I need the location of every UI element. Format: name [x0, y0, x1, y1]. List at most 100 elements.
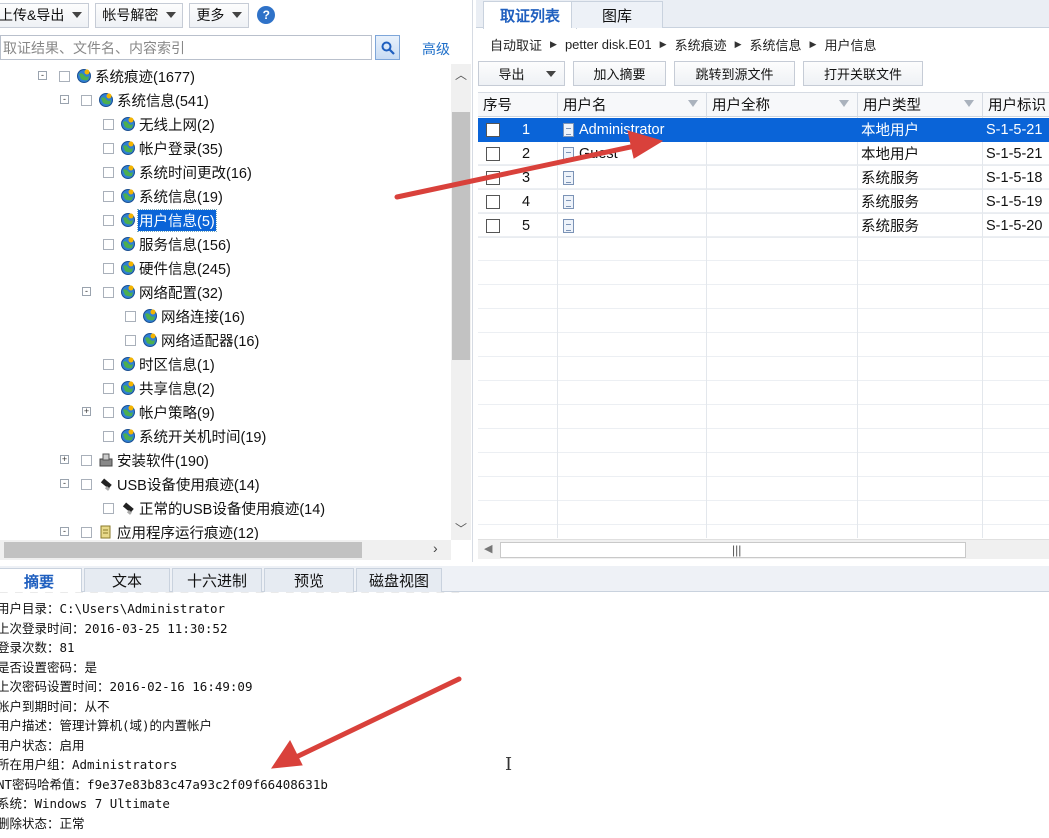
row-checkbox[interactable]: [486, 218, 500, 233]
scroll-up-icon[interactable]: ︿: [455, 66, 467, 83]
tree-node[interactable]: 共享信息(2): [103, 376, 216, 400]
export-button[interactable]: 导出: [478, 61, 565, 86]
tree-node-checkbox[interactable]: [125, 334, 136, 346]
decrypt-menu-button[interactable]: 帐号解密: [95, 2, 184, 28]
expand-icon[interactable]: +: [82, 407, 91, 416]
collapse-icon[interactable]: -: [82, 287, 91, 296]
tree-node[interactable]: 帐户登录(35): [103, 136, 224, 160]
open-related-file-button[interactable]: 打开关联文件: [803, 61, 923, 86]
tree-node-checkbox[interactable]: [81, 526, 92, 538]
scroll-thumb[interactable]: [4, 542, 362, 558]
tab-detail-4[interactable]: 磁盘视图: [356, 568, 442, 592]
tree-node[interactable]: 系统开关机时间(19): [103, 424, 267, 448]
scroll-right-icon[interactable]: ›: [433, 540, 438, 556]
tree-node-checkbox[interactable]: [103, 358, 114, 370]
tab-evidence-list[interactable]: 取证列表: [483, 1, 578, 29]
column-header[interactable]: 用户全称: [707, 93, 858, 117]
breadcrumb-item[interactable]: 用户信息: [824, 35, 876, 54]
scroll-down-icon[interactable]: ﹀: [455, 520, 467, 537]
tree-node-checkbox[interactable]: [59, 70, 70, 82]
breadcrumb-item[interactable]: petter disk.E01: [565, 37, 652, 52]
tree-node[interactable]: 安装软件(190): [81, 448, 210, 472]
tree-node-checkbox[interactable]: [103, 382, 114, 394]
jump-to-source-button[interactable]: 跳转到源文件: [674, 61, 795, 86]
filter-icon[interactable]: [964, 100, 974, 107]
filter-icon[interactable]: [839, 100, 849, 107]
tab-detail-1[interactable]: 文本: [84, 568, 170, 592]
tree-node[interactable]: USB设备使用痕迹(14): [81, 472, 261, 496]
collapse-icon[interactable]: -: [60, 95, 69, 104]
tree-horizontal-scrollbar[interactable]: ›: [0, 540, 451, 560]
breadcrumb-item[interactable]: 自动取证: [490, 35, 542, 54]
collapse-icon[interactable]: -: [60, 479, 69, 488]
tree-node[interactable]: 帐户策略(9): [103, 400, 216, 424]
tree-node[interactable]: 正常的USB设备使用痕迹(14): [103, 496, 326, 520]
tab-detail-0[interactable]: 摘要: [0, 568, 82, 593]
cell-text: S-1-5-21: [986, 121, 1043, 138]
tree-node[interactable]: 无线上网(2): [103, 112, 216, 136]
column-header[interactable]: 用户名: [558, 93, 707, 117]
tab-detail-3[interactable]: 预览: [264, 568, 354, 592]
tree-node[interactable]: 系统时间更改(16): [103, 160, 253, 184]
column-header[interactable]: 用户标识: [983, 93, 1049, 117]
row-checkbox[interactable]: [486, 170, 500, 185]
tree-node[interactable]: 时区信息(1): [103, 352, 216, 376]
tree-node[interactable]: 网络连接(16): [125, 304, 246, 328]
tree-node[interactable]: 网络适配器(16): [125, 328, 260, 352]
tree-node[interactable]: 系统信息(19): [103, 184, 224, 208]
table-cell-sid: S-1-5-21: [983, 118, 1049, 142]
tab-gallery[interactable]: 图库: [571, 1, 663, 28]
row-checkbox[interactable]: [486, 122, 500, 137]
column-header[interactable]: 用户类型: [858, 93, 983, 117]
tree-node-checkbox[interactable]: [81, 454, 92, 466]
tree-node[interactable]: 系统信息(541): [81, 88, 210, 112]
tree-node-checkbox[interactable]: [103, 214, 114, 226]
collapse-icon[interactable]: -: [38, 71, 47, 80]
tree-node-checkbox[interactable]: [103, 502, 114, 514]
tree-node-checkbox[interactable]: [81, 94, 92, 106]
column-header[interactable]: 序号: [478, 93, 558, 117]
scroll-left-icon[interactable]: ◀: [484, 542, 492, 555]
tree-vertical-scrollbar[interactable]: ︿ ﹀: [451, 64, 471, 540]
advanced-search-link[interactable]: 高级: [422, 39, 450, 59]
breadcrumb-item[interactable]: 系统信息: [750, 35, 802, 54]
row-checkbox[interactable]: [486, 146, 500, 161]
scroll-thumb[interactable]: [452, 112, 470, 360]
row-checkbox[interactable]: [486, 194, 500, 209]
user-name: Guest: [579, 145, 618, 162]
tree-node-checkbox[interactable]: [103, 166, 114, 178]
tree-node[interactable]: 系统痕迹(1677): [59, 64, 196, 88]
document-icon: [563, 194, 574, 209]
tree-node-checkbox[interactable]: [103, 118, 114, 130]
tree-node[interactable]: 服务信息(156): [103, 232, 232, 256]
search-button[interactable]: [375, 35, 400, 60]
filter-icon[interactable]: [688, 100, 698, 107]
more-menu-button[interactable]: 更多: [189, 2, 250, 28]
breadcrumb-item[interactable]: 系统痕迹: [675, 35, 727, 54]
table-horizontal-scrollbar[interactable]: ◀ |||: [478, 539, 1049, 559]
tree-node-checkbox[interactable]: [81, 478, 92, 490]
tree-node[interactable]: 网络配置(32): [103, 280, 224, 304]
tree-node-checkbox[interactable]: [103, 430, 114, 442]
help-icon[interactable]: ?: [257, 6, 276, 24]
tree-node-checkbox[interactable]: [103, 238, 114, 250]
tree-node-checkbox[interactable]: [125, 310, 136, 322]
tree-node[interactable]: 硬件信息(245): [103, 256, 232, 280]
expand-icon[interactable]: +: [60, 455, 69, 464]
globe-icon: [121, 237, 135, 251]
tree-node[interactable]: 用户信息(5): [103, 208, 217, 232]
tree-node[interactable]: 应用程序运行痕迹(12): [81, 520, 260, 540]
tree-node-checkbox[interactable]: [103, 142, 114, 154]
search-field[interactable]: [0, 35, 372, 60]
collapse-icon[interactable]: -: [60, 527, 69, 536]
tree-node-checkbox[interactable]: [103, 262, 114, 274]
tree-node-checkbox[interactable]: [103, 190, 114, 202]
add-summary-button[interactable]: 加入摘要: [573, 61, 666, 86]
search-input[interactable]: [1, 36, 371, 59]
tab-detail-2[interactable]: 十六进制: [172, 568, 262, 592]
export-menu-button[interactable]: 上传&导出: [0, 2, 90, 28]
tree-node-checkbox[interactable]: [103, 406, 114, 418]
row-divider: [478, 284, 1049, 285]
tree-node-checkbox[interactable]: [103, 286, 114, 298]
tree-node-label: USB设备使用痕迹(14): [117, 477, 260, 494]
